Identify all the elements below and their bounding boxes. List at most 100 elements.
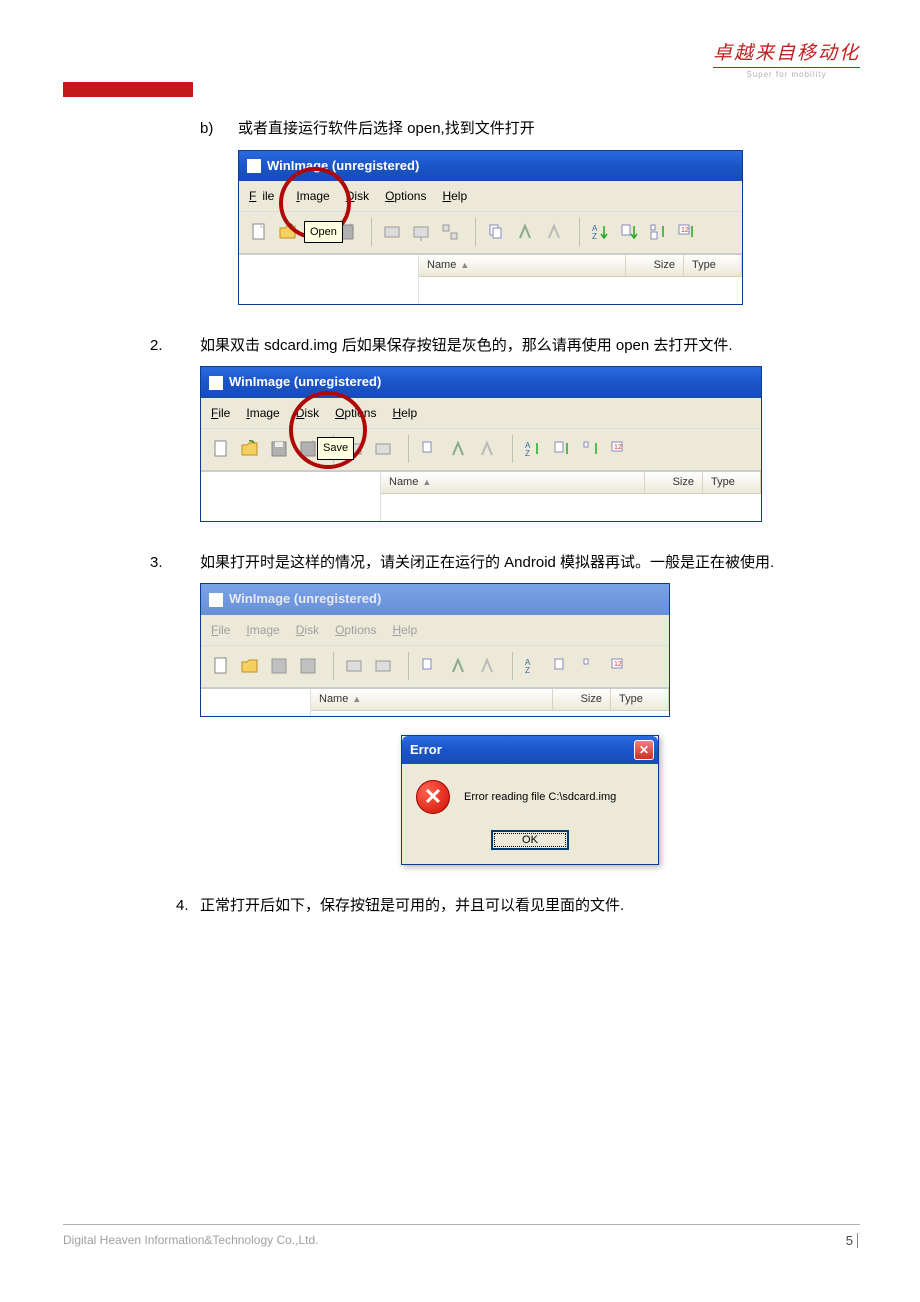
list-item-3: 3. 如果打开时是这样的情况，请关闭正在运行的 Android 模拟器再试。一般… [150, 550, 860, 865]
list-marker: 4. [150, 893, 200, 919]
toolbar-btn[interactable] [369, 434, 397, 464]
error-dialog: Error ✕ ✕ Error reading file C:\sdcard.i… [401, 735, 659, 865]
sort-az-button[interactable]: AZ [586, 217, 614, 247]
list-item-text: 正常打开后如下，保存按钮是可用的，并且可以看见里面的文件. [200, 893, 860, 919]
new-button[interactable] [207, 434, 235, 464]
svg-text:12: 12 [681, 227, 689, 234]
toolbar-btn[interactable] [548, 651, 576, 681]
toolbar-btn[interactable] [340, 651, 368, 681]
header-accent-bar [63, 82, 193, 97]
menu-help[interactable]: Help [386, 401, 423, 425]
menu-options[interactable]: Options [329, 401, 382, 425]
brand-logo: 卓越来自移动化 Super for mobility [713, 38, 860, 79]
list-item-2: 2. 如果双击 sdcard.img 后如果保存按钮是灰色的，那么请再使用 op… [150, 333, 860, 522]
screenshot-error: WinImage (unregistered) File Image Disk … [200, 583, 860, 865]
sort-asc-icon: ▲ [422, 475, 431, 490]
column-type[interactable]: Type [611, 689, 669, 710]
open-button[interactable] [236, 651, 264, 681]
toolbar-btn[interactable] [378, 217, 406, 247]
column-name[interactable]: Name ▲ [419, 255, 626, 276]
tooltip-open: Open [304, 221, 343, 244]
save-button[interactable] [265, 651, 293, 681]
toolbar-btn[interactable] [644, 217, 672, 247]
error-message: Error reading file C:\sdcard.img [464, 788, 616, 807]
menu-file[interactable]: File [205, 401, 236, 425]
ok-button[interactable]: OK [491, 830, 569, 850]
column-name[interactable]: Name ▲ [311, 689, 553, 710]
toolbar-btn[interactable]: 12 [606, 434, 634, 464]
toolbar-btn[interactable] [577, 651, 605, 681]
column-type[interactable]: Type [703, 472, 761, 493]
toolbar-btn[interactable] [577, 434, 605, 464]
toolbar-btn[interactable] [369, 651, 397, 681]
toolbar-btn[interactable] [415, 434, 443, 464]
menubar: File Image Disk Options Help [239, 181, 742, 212]
menu-disk[interactable]: Disk [290, 401, 325, 425]
column-size[interactable]: Size [553, 689, 611, 710]
page-footer: Digital Heaven Information&Technology Co… [63, 1224, 860, 1248]
footer-company: Digital Heaven Information&Technology Co… [63, 1233, 318, 1248]
menu-options[interactable]: Options [379, 184, 432, 208]
column-size[interactable]: Size [626, 255, 684, 276]
toolbar-btn[interactable]: 12 [673, 217, 701, 247]
save-button[interactable] [265, 434, 293, 464]
toolbar-btn[interactable]: 12 [606, 651, 634, 681]
toolbar-btn[interactable] [444, 651, 472, 681]
menu-help[interactable]: Help [386, 618, 423, 642]
column-type[interactable]: Type [684, 255, 742, 276]
menu-image[interactable]: Image [240, 401, 285, 425]
toolbar-btn[interactable] [548, 434, 576, 464]
brand-logo-subtext: Super for mobility [713, 70, 860, 79]
sort-az-button[interactable]: AZ [519, 434, 547, 464]
menu-file[interactable]: File [205, 618, 236, 642]
close-icon: ✕ [639, 740, 649, 760]
save-as-button[interactable] [294, 651, 322, 681]
menu-disk[interactable]: Disk [290, 618, 325, 642]
toolbar-btn[interactable] [540, 217, 568, 247]
list-item-4: 4. 正常打开后如下，保存按钮是可用的，并且可以看见里面的文件. [150, 893, 860, 919]
toolbar-btn[interactable] [436, 217, 464, 247]
close-button[interactable]: ✕ [634, 740, 654, 760]
column-size[interactable]: Size [645, 472, 703, 493]
screenshot-save: WinImage (unregistered) File Image Disk … [200, 366, 860, 521]
sort-asc-icon: ▲ [460, 258, 469, 273]
menu-image[interactable]: Image [240, 618, 285, 642]
tree-pane [201, 689, 311, 716]
list-item-b: b) 或者直接运行软件后选择 open,找到文件打开 WinImage (unr… [150, 116, 860, 305]
page-number: 5 [846, 1233, 860, 1248]
column-name[interactable]: Name ▲ [381, 472, 645, 493]
menubar: File Image Disk Options Help [201, 615, 669, 646]
toolbar-btn[interactable] [444, 434, 472, 464]
tooltip-save: Save [317, 437, 354, 460]
menu-file[interactable]: File [243, 184, 286, 208]
menu-options[interactable]: Options [329, 618, 382, 642]
menu-disk[interactable]: Disk [340, 184, 375, 208]
sort-az-button[interactable]: AZ [519, 651, 547, 681]
tree-pane [201, 472, 381, 521]
menu-help[interactable]: Help [436, 184, 473, 208]
window-titlebar[interactable]: WinImage (unregistered) [239, 151, 742, 181]
window-titlebar[interactable]: WinImage (unregistered) [201, 584, 669, 614]
window-title: WinImage (unregistered) [229, 588, 381, 610]
toolbar-btn[interactable] [473, 434, 501, 464]
open-button[interactable] [236, 434, 264, 464]
list-marker: b) [150, 116, 238, 305]
list-item-text: 如果双击 sdcard.img 后如果保存按钮是灰色的，那么请再使用 open … [200, 333, 860, 359]
svg-text:Z: Z [525, 666, 530, 675]
error-titlebar[interactable]: Error ✕ [402, 736, 658, 764]
window-titlebar[interactable]: WinImage (unregistered) [201, 367, 761, 397]
menu-image[interactable]: Image [290, 184, 335, 208]
new-button[interactable] [245, 217, 273, 247]
svg-text:Z: Z [525, 449, 530, 458]
app-icon [247, 159, 261, 173]
toolbar-btn[interactable] [511, 217, 539, 247]
toolbar-btn[interactable] [473, 651, 501, 681]
open-button[interactable] [274, 217, 302, 247]
document-content: b) 或者直接运行软件后选择 open,找到文件打开 WinImage (unr… [150, 116, 860, 931]
toolbar-btn[interactable] [415, 651, 443, 681]
toolbar-btn[interactable] [615, 217, 643, 247]
toolbar-btn[interactable] [482, 217, 510, 247]
new-button[interactable] [207, 651, 235, 681]
error-icon: ✕ [416, 780, 450, 814]
toolbar-btn[interactable] [407, 217, 435, 247]
